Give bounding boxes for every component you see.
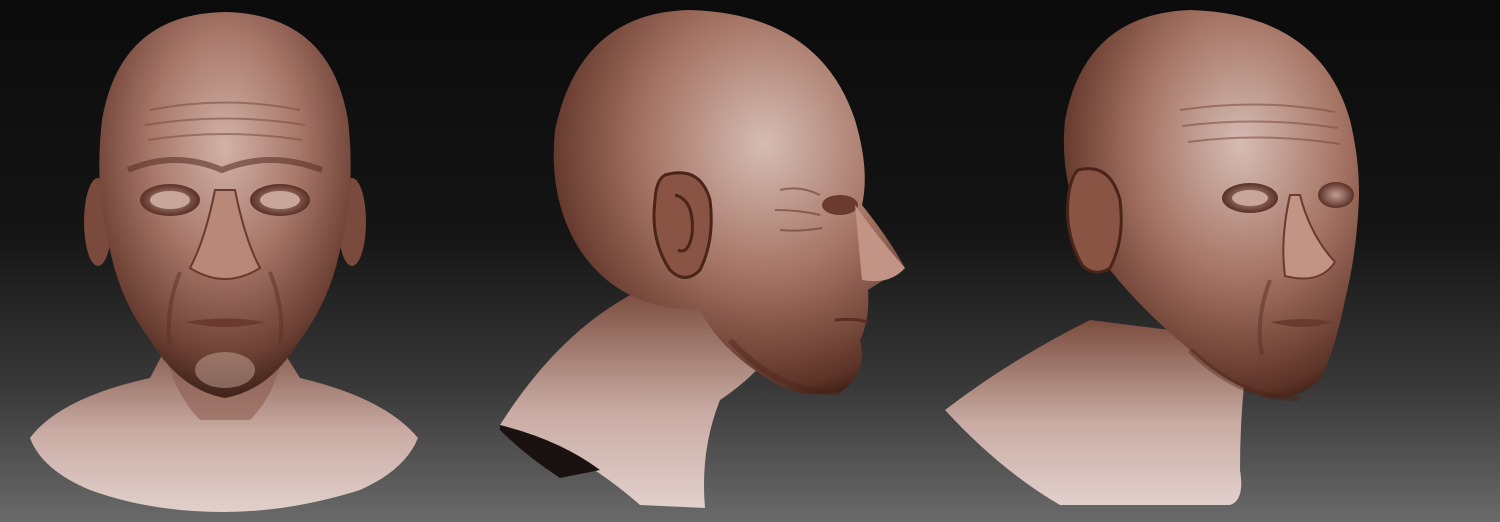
head-three-quarter-view: [945, 10, 1359, 505]
sculpt-render: [30, 10, 1359, 512]
nose-profile: [855, 205, 905, 282]
right-eyeball-front: [260, 191, 300, 209]
head-profile-view: [500, 10, 905, 508]
eye-profile: [822, 195, 858, 215]
left-eyeball-three-quarter: [1232, 190, 1268, 206]
sculpt-viewport: [0, 0, 1500, 522]
left-eyeball-front: [150, 191, 190, 209]
chin-front: [195, 352, 255, 388]
right-eye-three-quarter: [1318, 182, 1354, 208]
ear-three-quarter: [1066, 167, 1123, 274]
head-front-view: [30, 12, 418, 512]
